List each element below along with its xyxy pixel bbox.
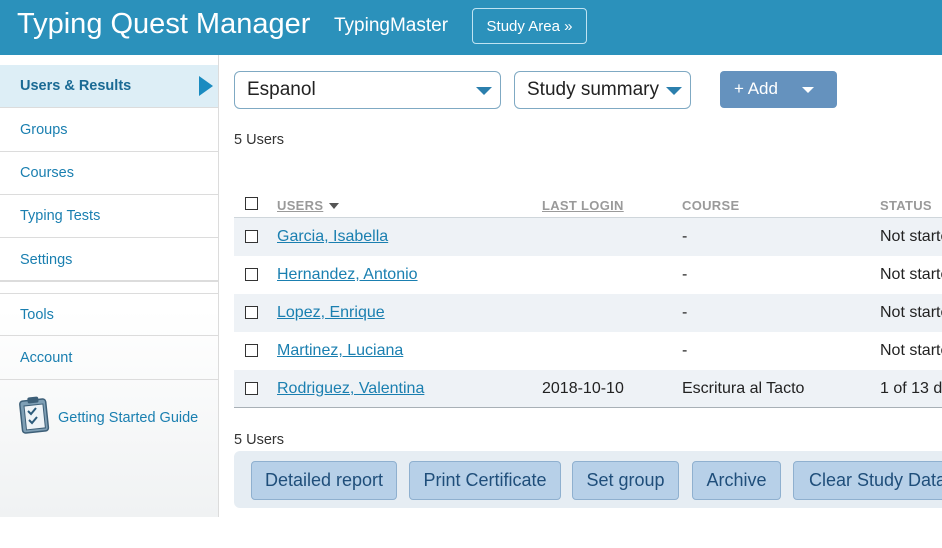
- sidebar-item-label: Courses: [20, 165, 74, 181]
- status-cell: Not started: [880, 304, 942, 321]
- user-count-top: 5 Users: [234, 132, 284, 148]
- course-cell: -: [682, 304, 688, 321]
- sort-desc-icon: [329, 203, 339, 209]
- guide-label: Getting Started Guide: [58, 409, 199, 426]
- sidebar-item-typing-tests[interactable]: Typing Tests: [0, 195, 218, 238]
- user-name-link[interactable]: Hernandez, Antonio: [277, 266, 418, 284]
- status-cell: 1 of 13 done: [880, 380, 942, 397]
- user-count-bottom: 5 Users: [234, 432, 284, 448]
- course-cell: Escritura al Tacto: [682, 380, 805, 397]
- clear-study-data-button[interactable]: Clear Study Data: [793, 461, 942, 500]
- table-row: Garcia, Isabella - Not started: [234, 218, 942, 256]
- course-column-header: COURSE: [682, 198, 740, 213]
- sidebar-item-account[interactable]: Account: [0, 337, 218, 380]
- select-all-checkbox[interactable]: [245, 197, 258, 210]
- sidebar-item-label: Users & Results: [20, 78, 132, 94]
- sidebar-item-groups[interactable]: Groups: [0, 109, 218, 152]
- clipboard-icon: [18, 395, 52, 440]
- active-arrow-icon: [199, 76, 213, 96]
- add-button-label: + Add: [734, 79, 778, 98]
- top-header: Typing Quest Manager TypingMaster Study …: [0, 0, 942, 55]
- sidebar: Users & Results Groups Courses Typing Te…: [0, 55, 219, 517]
- users-header-label: USERS: [277, 198, 324, 213]
- action-bar: Detailed report Print Certificate Set gr…: [234, 451, 942, 508]
- sidebar-item-label: Tools: [20, 306, 54, 323]
- sidebar-item-tools[interactable]: Tools: [0, 293, 218, 336]
- last-login-column-header[interactable]: LAST LOGIN: [542, 198, 624, 213]
- status-cell: Not started: [880, 228, 942, 245]
- row-checkbox[interactable]: [245, 344, 258, 357]
- sidebar-item-label: Account: [20, 350, 73, 366]
- course-cell: -: [682, 342, 688, 359]
- table-row: Rodriguez, Valentina 2018-10-10 Escritur…: [234, 370, 942, 408]
- sidebar-item-settings[interactable]: Settings: [0, 239, 218, 282]
- user-name-link[interactable]: Martinez, Luciana: [277, 342, 403, 360]
- last-login-cell: 2018-10-10: [542, 380, 624, 397]
- table-row: Hernandez, Antonio - Not started: [234, 256, 942, 294]
- user-name-link[interactable]: Rodriguez, Valentina: [277, 380, 424, 398]
- status-cell: Not started: [880, 266, 942, 283]
- row-checkbox[interactable]: [245, 268, 258, 281]
- study-area-button[interactable]: Study Area »: [472, 8, 587, 44]
- language-select-value: Espanol: [247, 79, 316, 100]
- getting-started-guide-link[interactable]: Getting Started Guide: [18, 395, 198, 440]
- user-name-link[interactable]: Lopez, Enrique: [277, 304, 385, 322]
- row-checkbox[interactable]: [245, 230, 258, 243]
- course-cell: -: [682, 228, 688, 245]
- sidebar-item-label: Settings: [20, 251, 73, 268]
- sidebar-item-users-results[interactable]: Users & Results: [0, 65, 218, 108]
- view-select-value: Study summary: [527, 79, 659, 100]
- table-header: USERS LAST LOGIN COURSE STATUS: [234, 190, 942, 218]
- row-checkbox[interactable]: [245, 306, 258, 319]
- brand-name[interactable]: TypingMaster: [334, 15, 448, 37]
- chevron-down-icon: [476, 87, 492, 95]
- row-checkbox[interactable]: [245, 382, 258, 395]
- user-name-link[interactable]: Garcia, Isabella: [277, 228, 388, 246]
- sidebar-item-label: Groups: [20, 122, 68, 138]
- users-table: USERS LAST LOGIN COURSE STATUS Garcia, I…: [234, 190, 942, 408]
- course-cell: -: [682, 266, 688, 283]
- sidebar-item-courses[interactable]: Courses: [0, 152, 218, 195]
- language-select[interactable]: Espanol: [234, 71, 501, 109]
- set-group-button[interactable]: Set group: [572, 461, 679, 500]
- add-button[interactable]: + Add: [720, 71, 837, 108]
- print-certificate-button[interactable]: Print Certificate: [409, 461, 561, 500]
- sidebar-item-label: Typing Tests: [20, 208, 101, 224]
- table-row: Martinez, Luciana - Not started: [234, 332, 942, 370]
- detailed-report-button[interactable]: Detailed report: [251, 461, 397, 500]
- status-cell: Not started: [880, 342, 942, 359]
- view-select[interactable]: Study summary: [514, 71, 691, 109]
- table-row: Lopez, Enrique - Not started: [234, 294, 942, 332]
- chevron-down-icon: [666, 87, 682, 95]
- app-title: Typing Quest Manager: [17, 8, 311, 40]
- archive-button[interactable]: Archive: [692, 461, 781, 500]
- caret-down-icon: [802, 87, 814, 93]
- status-column-header: STATUS: [880, 198, 932, 213]
- users-column-header[interactable]: USERS: [277, 198, 323, 213]
